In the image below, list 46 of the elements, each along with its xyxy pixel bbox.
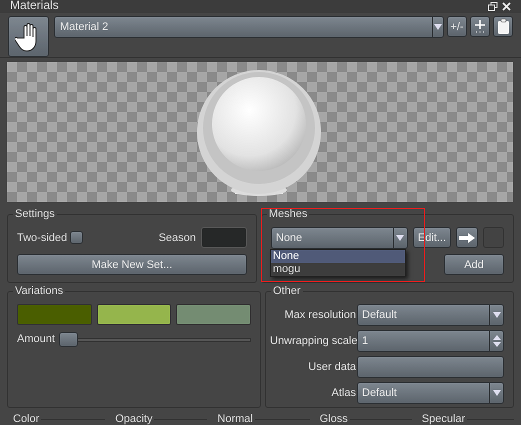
add-mesh-button[interactable]: Add <box>444 254 504 276</box>
season-label: Season <box>158 230 196 246</box>
dropdown-field[interactable]: Default <box>357 382 504 404</box>
variation-color-swatch[interactable] <box>176 304 252 326</box>
channel-title: Opacity <box>114 413 152 425</box>
add-remove-button[interactable]: +/- <box>447 16 467 38</box>
channel-title: Color <box>12 413 40 425</box>
right-arrow-icon <box>459 232 475 243</box>
spin-arrows-icon <box>492 334 500 348</box>
panel-title: Materials <box>10 0 59 12</box>
mesh-dropdown[interactable]: None <box>270 227 408 250</box>
restore-icon[interactable] <box>488 2 498 12</box>
dropdown-caret-icon <box>492 390 500 396</box>
spin-field[interactable]: 1 <box>357 330 504 352</box>
plus-icon <box>474 19 486 34</box>
season-color-swatch[interactable] <box>200 227 247 248</box>
dropdown-caret-icon <box>396 235 404 242</box>
group-title: Settings <box>13 207 57 222</box>
channel-title: Gloss <box>318 413 348 425</box>
two-sided-checkbox[interactable] <box>70 231 84 244</box>
field-label: Unwrapping scale <box>270 334 356 350</box>
field-label: Atlas <box>330 386 356 402</box>
field-label: User data <box>307 360 356 376</box>
amount-slider[interactable] <box>58 332 251 348</box>
channel-title: Specular <box>420 413 466 425</box>
dropdown-caret-icon <box>492 312 500 318</box>
hand-tool-button[interactable] <box>8 16 49 58</box>
two-sided-label: Two-sided <box>17 230 68 246</box>
dropdown-option[interactable]: mogu <box>270 263 405 276</box>
variation-color-swatch[interactable] <box>96 304 172 326</box>
arrow-button[interactable] <box>456 227 478 248</box>
amount-label: Amount <box>17 332 55 348</box>
dropdown-caret-icon <box>434 24 442 30</box>
material-dropdown[interactable]: Material 2 <box>54 16 444 38</box>
paste-button[interactable] <box>493 16 513 38</box>
channel-title: Normal <box>216 413 253 425</box>
variation-color-swatch[interactable] <box>17 304 92 326</box>
field-label: Max resolution <box>283 308 356 324</box>
text-input-field[interactable] <box>357 356 504 378</box>
clipboard-icon <box>496 18 510 36</box>
dropdown-field[interactable]: Default <box>357 304 504 326</box>
slider-thumb[interactable] <box>58 332 78 348</box>
add-button[interactable] <box>470 16 490 38</box>
close-icon[interactable] <box>502 2 511 12</box>
dropdown-option[interactable]: None <box>270 250 405 264</box>
make-new-set-button[interactable]: Make New Set... <box>17 254 247 276</box>
